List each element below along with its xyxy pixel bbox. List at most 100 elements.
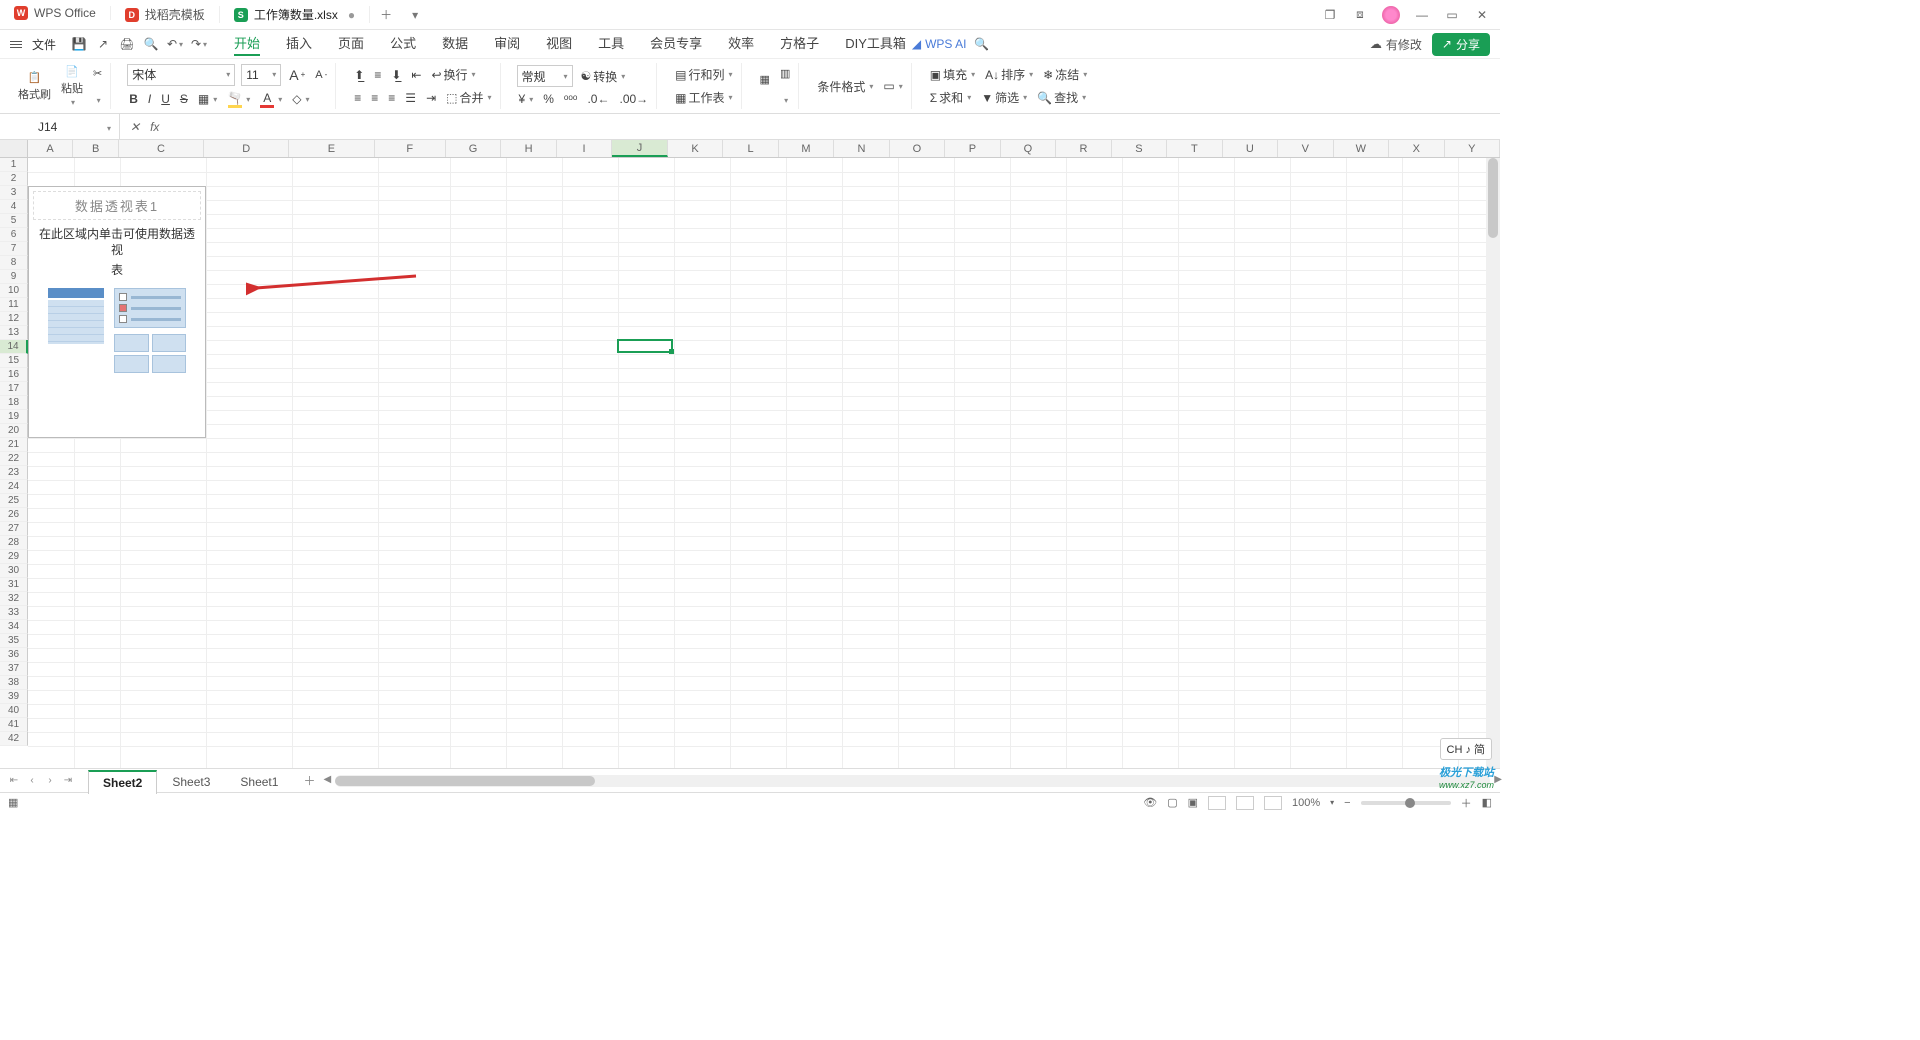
sheet-nav-button[interactable]: ‹: [24, 773, 40, 789]
column-header[interactable]: R: [1056, 140, 1111, 157]
ribbon-tab[interactable]: 公式: [390, 33, 416, 56]
align-middle-button[interactable]: ≡: [372, 67, 383, 83]
view-page-button[interactable]: [1236, 796, 1254, 810]
column-header[interactable]: T: [1167, 140, 1222, 157]
ribbon-tab[interactable]: 审阅: [494, 33, 520, 56]
fx-icon[interactable]: fx: [150, 120, 159, 134]
strike-button[interactable]: S: [178, 91, 190, 107]
column-header[interactable]: M: [779, 140, 834, 157]
row-header[interactable]: 14: [0, 340, 28, 354]
new-tab-button[interactable]: ＋: [370, 6, 402, 23]
status-mode-icon[interactable]: ▦: [8, 796, 18, 809]
ribbon-tab[interactable]: 数据: [442, 33, 468, 56]
grow-font-button[interactable]: A+: [287, 66, 307, 84]
row-col-button[interactable]: ▤ 行和列: [673, 65, 734, 84]
horizontal-scrollbar[interactable]: ◀▶: [335, 775, 1490, 787]
row-header[interactable]: 21: [0, 438, 28, 452]
convert-type-button[interactable]: ☯ 转换: [579, 67, 628, 86]
row-header[interactable]: 27: [0, 522, 28, 536]
doc-tab[interactable]: D找稻壳模板: [111, 6, 220, 23]
share-button[interactable]: ↗ 分享: [1432, 33, 1490, 56]
row-header[interactable]: 40: [0, 704, 28, 718]
wps-ai-button[interactable]: ◢WPS AI: [912, 37, 967, 51]
doc-tab[interactable]: S工作簿数量.xlsx●: [220, 6, 370, 23]
format-painter-button[interactable]: 📋格式刷: [16, 70, 53, 103]
hamburger-icon[interactable]: [10, 41, 22, 48]
vertical-scrollbar[interactable]: [1486, 158, 1500, 768]
ribbon-tab[interactable]: 开始: [234, 33, 260, 56]
decrease-decimal-button[interactable]: .0←: [585, 91, 611, 107]
row-header[interactable]: 25: [0, 494, 28, 508]
row-header[interactable]: 1: [0, 158, 28, 172]
search-icon[interactable]: 🔍: [972, 35, 990, 53]
italic-button[interactable]: I: [146, 91, 153, 107]
row-header[interactable]: 3: [0, 186, 28, 200]
column-header[interactable]: H: [501, 140, 556, 157]
ribbon-tab[interactable]: 方格子: [780, 33, 819, 56]
find-button[interactable]: 🔍 查找: [1035, 88, 1088, 107]
row-header[interactable]: 12: [0, 312, 28, 326]
row-header[interactable]: 38: [0, 676, 28, 690]
row-header[interactable]: 13: [0, 326, 28, 340]
zoom-in-button[interactable]: ＋: [1461, 795, 1472, 811]
add-sheet-button[interactable]: ＋: [293, 772, 325, 789]
column-header[interactable]: Y: [1445, 140, 1500, 157]
cell-insert-button[interactable]: ▭: [881, 78, 904, 94]
currency-button[interactable]: ¥: [517, 91, 536, 107]
focus-icon[interactable]: ▢: [1167, 796, 1177, 809]
row-header[interactable]: 10: [0, 284, 28, 298]
row-header[interactable]: 5: [0, 214, 28, 228]
cancel-formula-icon[interactable]: ✕: [130, 120, 140, 134]
percent-button[interactable]: %: [541, 91, 556, 107]
filter-button[interactable]: ▼ 筛选: [979, 88, 1029, 107]
zoom-value[interactable]: 100%: [1292, 797, 1320, 809]
doc-tab[interactable]: WWPS Office: [0, 6, 111, 20]
column-header[interactable]: E: [289, 140, 374, 157]
row-header[interactable]: 22: [0, 452, 28, 466]
row-header[interactable]: 41: [0, 718, 28, 732]
column-header[interactable]: I: [557, 140, 612, 157]
ribbon-tab[interactable]: DIY工具箱: [845, 33, 906, 56]
table-style-button[interactable]: ▦: [758, 72, 772, 101]
row-header[interactable]: 6: [0, 228, 28, 242]
thousands-button[interactable]: ᵒᵒᵒ: [562, 91, 580, 107]
sheet-nav-button[interactable]: ⇥: [60, 773, 76, 789]
number-format-select[interactable]: 常规▾: [517, 65, 573, 87]
freeze-button[interactable]: ❄ 冻结: [1041, 65, 1089, 84]
row-header[interactable]: 20: [0, 424, 28, 438]
fill-color-button[interactable]: 🫗: [225, 90, 252, 109]
sort-button[interactable]: A↓ 排序: [983, 65, 1035, 84]
row-header[interactable]: 29: [0, 550, 28, 564]
row-header[interactable]: 2: [0, 172, 28, 186]
zen-icon[interactable]: ▣: [1188, 796, 1198, 809]
ime-indicator[interactable]: CH ♪ 简: [1440, 738, 1493, 760]
ribbon-tab[interactable]: 页面: [338, 33, 364, 56]
column-header[interactable]: U: [1223, 140, 1278, 157]
sheet-tab[interactable]: Sheet2: [88, 770, 157, 794]
column-header[interactable]: B: [73, 140, 119, 157]
row-header[interactable]: 34: [0, 620, 28, 634]
align-right-button[interactable]: ≡: [386, 90, 397, 106]
select-all-corner[interactable]: [0, 140, 28, 157]
indent-decrease-button[interactable]: ⇤: [409, 67, 423, 83]
row-header[interactable]: 33: [0, 606, 28, 620]
save-icon[interactable]: 💾: [70, 35, 88, 53]
column-header[interactable]: G: [446, 140, 501, 157]
print-preview-icon[interactable]: 🔍: [142, 35, 160, 53]
tab-overflow-button[interactable]: ▾: [402, 8, 428, 22]
row-header[interactable]: 8: [0, 256, 28, 270]
window-snap-icon[interactable]: ❐: [1322, 7, 1338, 23]
align-justify-button[interactable]: ☰: [403, 90, 418, 106]
redo-button[interactable]: ↷: [190, 35, 208, 53]
cube-icon[interactable]: ⧈: [1352, 7, 1368, 23]
row-header[interactable]: 23: [0, 466, 28, 480]
sheet-tab[interactable]: Sheet1: [225, 770, 293, 793]
sheet-tab[interactable]: Sheet3: [157, 770, 225, 793]
column-header[interactable]: O: [890, 140, 945, 157]
ribbon-tab[interactable]: 插入: [286, 33, 312, 56]
row-header[interactable]: 17: [0, 382, 28, 396]
indent-increase-button[interactable]: ⇥: [424, 90, 438, 106]
row-header[interactable]: 39: [0, 690, 28, 704]
name-box[interactable]: J14: [0, 114, 120, 139]
font-size-select[interactable]: 11▾: [241, 64, 281, 86]
